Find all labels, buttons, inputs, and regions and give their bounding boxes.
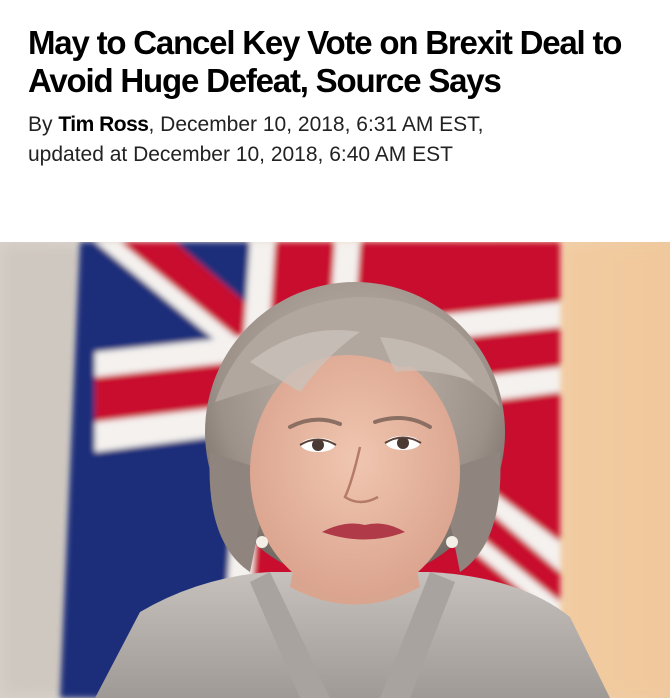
published-date: , December 10, 2018, 6:31 AM EST, xyxy=(148,113,484,136)
byline: By Tim Ross, December 10, 2018, 6:31 AM … xyxy=(28,110,648,170)
updated-date: updated at December 10, 2018, 6:40 AM ES… xyxy=(28,143,453,166)
article-headline: May to Cancel Key Vote on Brexit Deal to… xyxy=(28,24,622,99)
article-header: May to Cancel Key Vote on Brexit Deal to… xyxy=(28,24,648,170)
byline-prefix: By xyxy=(28,113,59,136)
author-link[interactable]: Tim Ross xyxy=(58,113,149,136)
portrait-photo xyxy=(0,242,670,698)
hero-image xyxy=(0,242,670,698)
